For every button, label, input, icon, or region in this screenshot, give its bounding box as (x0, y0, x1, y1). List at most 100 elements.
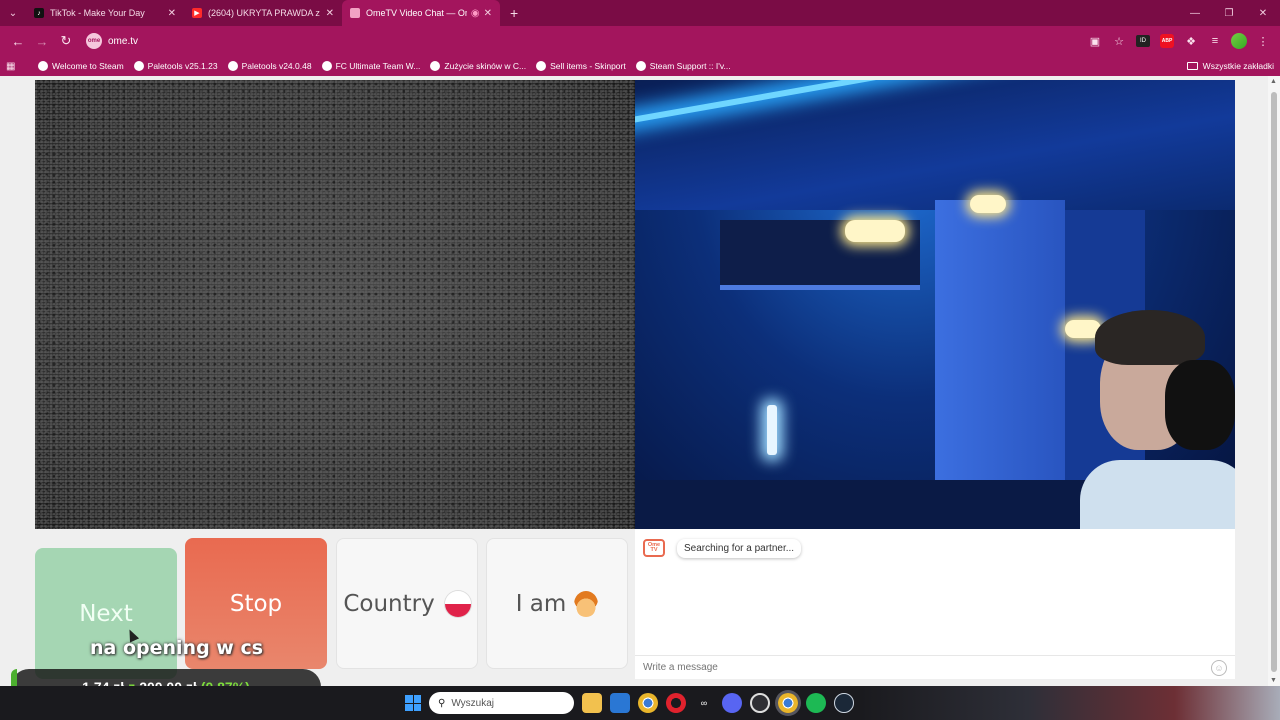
search-icon: ⚲ (438, 697, 446, 709)
bookmark-item[interactable]: Welcome to Steam (38, 61, 124, 71)
adblock-badge-icon: ABP (1160, 34, 1174, 48)
bookmark-label: Steam Support :: I'v... (649, 61, 731, 71)
cs-skins-icon (430, 61, 441, 71)
next-label: Next (79, 600, 133, 627)
bookmark-item[interactable]: Paletools v25.1.23 (133, 61, 218, 71)
store-icon[interactable] (610, 693, 630, 713)
skinport-icon (536, 61, 547, 71)
tiktok-icon: ♪ (34, 8, 44, 18)
minimize-icon[interactable]: — (1178, 0, 1212, 26)
scroll-down-icon[interactable]: ▼ (1270, 677, 1277, 684)
partner-video-static (35, 80, 635, 529)
gender-button[interactable]: I am (486, 538, 628, 669)
window-controls: — ❐ ✕ (1178, 0, 1280, 26)
apps-grid-icon[interactable]: ▦ (6, 61, 20, 72)
taskbar-background-art (860, 686, 1280, 720)
url-text: ome.tv (108, 35, 139, 47)
forward-arrow-icon[interactable]: → (30, 29, 54, 53)
scrollbar-thumb[interactable] (1271, 92, 1277, 672)
tab-close-icon[interactable]: ✕ (484, 8, 492, 19)
tab-close-icon[interactable]: ✕ (326, 8, 334, 19)
tab-title: (2604) UKRYTA PRAWDA z ŻON (208, 8, 322, 18)
new-tab-button[interactable]: + (500, 0, 528, 26)
scroll-up-icon[interactable]: ▲ (1270, 78, 1277, 85)
windows-start-icon-tile (405, 695, 413, 703)
avatar (1231, 33, 1247, 49)
bookmark-label: Paletools v24.0.48 (241, 61, 312, 71)
tab-ometv[interactable]: OmeTV Video Chat — Ome ◉ ✕ (342, 0, 500, 26)
windows-start-icon[interactable] (405, 695, 421, 711)
next-button[interactable]: Next (35, 548, 177, 679)
video-cloud-lamp (970, 195, 1006, 213)
iam-label: I am (515, 590, 567, 617)
video-wardrobe (935, 200, 1065, 520)
discord-icon[interactable] (722, 693, 742, 713)
back-arrow-icon[interactable]: ← (6, 29, 30, 53)
tab-tiktok[interactable]: ♪ TikTok - Make Your Day ✕ (26, 0, 184, 26)
obs-icon[interactable] (750, 693, 770, 713)
close-window-icon[interactable]: ✕ (1246, 0, 1280, 26)
bookmarks-bar: ▦ Welcome to Steam Paletools v25.1.23 Pa… (0, 56, 1280, 76)
tab-search-chevron-icon[interactable]: ⌄ (0, 0, 26, 26)
browser-toolbar: ← → ↻ ome ome.tv ▣ ☆ ID ABP ❖ ≡ ⋮ (0, 26, 1280, 56)
taskbar-search-placeholder: Wyszukaj (451, 697, 495, 709)
extension-icon[interactable]: ID (1132, 30, 1154, 52)
restore-icon[interactable]: ❐ (1212, 0, 1246, 26)
bookmark-item[interactable]: Steam Support :: I'v... (635, 61, 731, 71)
taskbar-search[interactable]: ⚲ Wyszukaj (429, 692, 574, 714)
bookmark-item[interactable]: Paletools v24.0.48 (227, 61, 312, 71)
opera-icon[interactable] (666, 693, 686, 713)
page-scrollbar[interactable]: ▲ ▼ (1268, 76, 1280, 686)
profile-button[interactable] (1228, 30, 1250, 52)
youtube-icon: ▶ (192, 8, 202, 18)
toolbar-actions: ▣ ☆ ID ABP ❖ ≡ ⋮ (1084, 30, 1274, 52)
all-bookmarks-button[interactable]: Wszystkie zakładki (1186, 61, 1274, 71)
menu-dots-icon[interactable]: ⋮ (1252, 30, 1274, 52)
tab-close-icon[interactable]: ✕ (168, 8, 176, 19)
paletools-icon (227, 61, 238, 71)
extension-badge-icon: ID (1136, 35, 1150, 47)
reload-icon[interactable]: ↻ (54, 29, 78, 53)
bookmark-label: Paletools v25.1.23 (147, 61, 218, 71)
video-person (1080, 310, 1235, 529)
fc-icon (321, 61, 332, 71)
message-input[interactable] (643, 662, 1211, 673)
status-message: Searching for a partner... (677, 539, 802, 558)
chrome-active-icon[interactable] (778, 693, 798, 713)
file-explorer-icon[interactable] (582, 693, 602, 713)
site-info-icon[interactable]: ome (86, 33, 102, 49)
windows-start-icon-tile (413, 703, 421, 711)
bookmark-item[interactable]: Zużycie skinów w C... (430, 61, 526, 71)
install-app-icon[interactable]: ▣ (1084, 30, 1106, 52)
bookmark-star-icon[interactable]: ☆ (1108, 30, 1130, 52)
chrome-icon[interactable] (638, 693, 658, 713)
own-webcam-video (635, 80, 1235, 529)
tab-list-icon[interactable]: ≡ (1204, 30, 1226, 52)
bookmark-label: FC Ultimate Team W... (335, 61, 421, 71)
video-person-hair (1095, 310, 1205, 365)
tab-youtube[interactable]: ▶ (2604) UKRYTA PRAWDA z ŻON ✕ (184, 0, 342, 26)
address-bar[interactable]: ome ome.tv (86, 30, 1084, 52)
emoji-smiley-icon[interactable]: ☺ (1211, 659, 1227, 676)
spotify-icon[interactable] (806, 693, 826, 713)
extensions-puzzle-icon[interactable]: ❖ (1180, 30, 1202, 52)
tab-title: TikTok - Make Your Day (50, 8, 145, 18)
bookmark-item[interactable]: Sell items - Skinport (536, 61, 626, 71)
chat-panel: Ome TV Searching for a partner... ☺ (635, 529, 1235, 679)
steam-icon (635, 61, 646, 71)
country-button[interactable]: Country (336, 538, 478, 669)
steam-icon[interactable] (834, 693, 854, 713)
bookmark-item[interactable]: FC Ultimate Team W... (321, 61, 421, 71)
folder-icon (1186, 62, 1198, 70)
bookmark-label: Sell items - Skinport (550, 61, 626, 71)
video-lamp (767, 405, 777, 455)
chat-input-bar: ☺ (635, 655, 1235, 679)
all-bookmarks-label: Wszystkie zakładki (1202, 61, 1274, 71)
tab-bar: ⌄ ♪ TikTok - Make Your Day ✕ ▶ (2604) UK… (0, 0, 1280, 26)
windows-taskbar: ⚲ Wyszukaj ∞ (0, 686, 1280, 720)
adblock-icon[interactable]: ABP (1156, 30, 1178, 52)
meta-icon[interactable]: ∞ (694, 693, 714, 713)
recording-indicator-icon: ◉ (470, 7, 480, 19)
stop-label: Stop (229, 590, 283, 617)
paletools-icon (133, 61, 144, 71)
